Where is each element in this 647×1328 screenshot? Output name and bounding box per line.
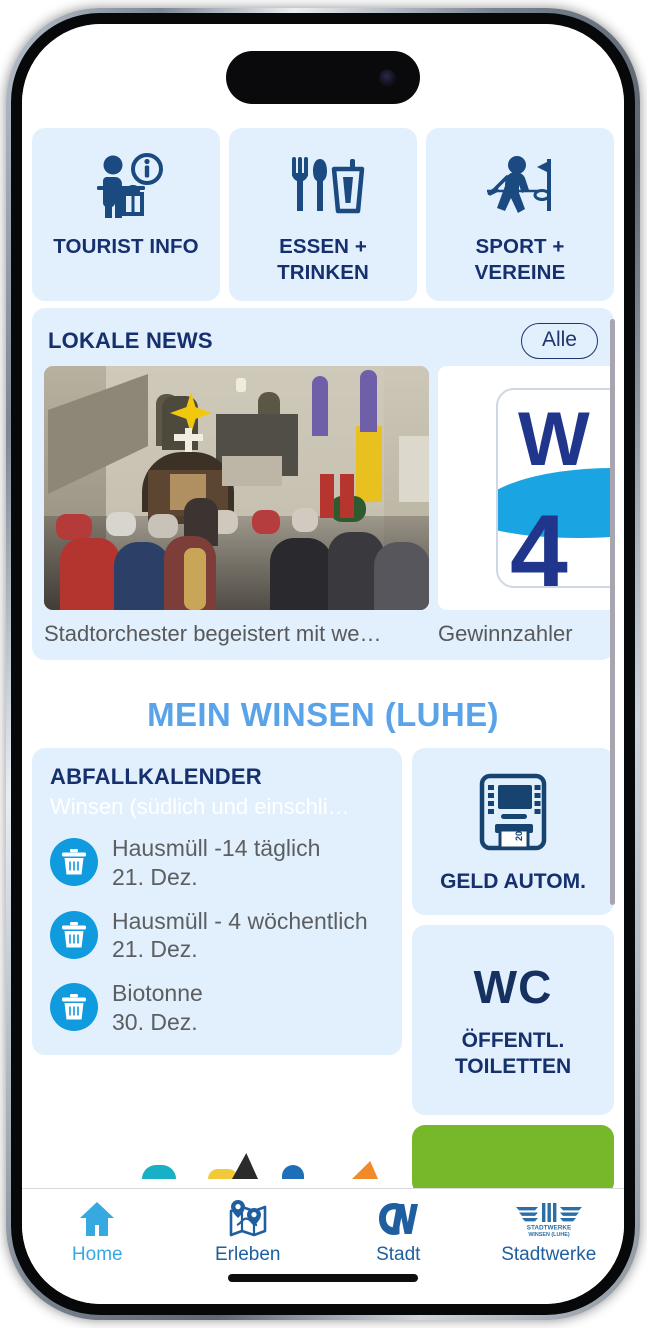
w4-logo-graphic: W 4 — [438, 366, 614, 610]
wc-card[interactable]: WC ÖFFENTL. TOILETTEN — [412, 925, 614, 1115]
nav-item-erleben[interactable]: Erleben — [173, 1198, 324, 1275]
geld-automat-card[interactable]: 20 GELD AUTOM. — [412, 748, 614, 915]
quick-tile-label-line1: ESSEN + — [279, 235, 367, 258]
app-root: TOURIST INFO ESSEN + TRINKEN SPORT + VER… — [22, 24, 624, 1304]
waste-list: Hausmüll -14 täglich 21. Dez. Hausmüll -… — [50, 834, 384, 1037]
news-all-button[interactable]: Alle — [520, 323, 598, 359]
quick-tile-label: TOURIST INFO — [53, 235, 199, 258]
list-item-text: Hausmüll -14 täglich 21. Dez. — [112, 834, 320, 892]
quick-tiles-row: TOURIST INFO ESSEN + TRINKEN SPORT + VER… — [22, 128, 624, 301]
church-concert-photo — [44, 366, 429, 610]
veranstaltungen-teaser[interactable] — [32, 1125, 402, 1195]
stadtwerke-logo-icon: STADTWERKE WINSEN (LUHE) — [512, 1198, 586, 1240]
local-news-header: LOKALE NEWS Alle — [32, 320, 614, 362]
list-item-text: Biotonne 30. Dez. — [112, 979, 203, 1037]
news-card-caption: Gewinnzahler — [438, 621, 573, 646]
nav-item-stadtwerke[interactable]: STADTWERKE WINSEN (LUHE) Stadtwerke — [474, 1198, 625, 1275]
home-indicator[interactable] — [228, 1274, 418, 1282]
vertical-scrollbar[interactable] — [610, 319, 615, 905]
wc-label-line2: TOILETTEN — [454, 1055, 572, 1078]
cw-logo-icon — [375, 1198, 421, 1240]
list-item[interactable]: Hausmüll - 4 wöchentlich 21. Dez. — [50, 907, 384, 965]
mein-winsen-grid: ABFALLKALENDER Winsen (südlich und einsc… — [22, 748, 624, 1115]
trash-icon — [50, 838, 98, 886]
nav-item-label: Home — [71, 1244, 123, 1265]
section-title-mein-winsen: MEIN WINSEN (LUHE) — [147, 696, 499, 733]
phone-bezel: TOURIST INFO ESSEN + TRINKEN SPORT + VER… — [11, 13, 635, 1315]
news-card-caption: Stadtorchester begeistert mit we… — [44, 621, 382, 646]
news-card[interactable]: W 4 Gewinnzahler — [438, 366, 614, 647]
waste-type: Hausmüll - 4 wöchentlich — [112, 907, 368, 934]
quick-tile-label: ESSEN + TRINKEN — [277, 234, 369, 286]
waste-date: 30. Dez. — [112, 1008, 198, 1035]
quick-tile-label: SPORT + VEREINE — [475, 234, 566, 286]
quick-tile-sport-vereine[interactable]: SPORT + VEREINE — [426, 128, 614, 301]
map-pins-icon — [227, 1198, 269, 1240]
list-item[interactable]: Biotonne 30. Dez. — [50, 979, 384, 1037]
news-carousel[interactable]: Stadtorchester begeistert mit we… W 4 Ge — [32, 366, 614, 647]
front-camera-icon — [379, 69, 396, 86]
waste-date: 21. Dez. — [112, 863, 198, 890]
list-item-text: Hausmüll - 4 wöchentlich 21. Dez. — [112, 907, 368, 965]
green-card-teaser[interactable] — [412, 1125, 614, 1195]
waste-type: Hausmüll -14 täglich — [112, 835, 321, 861]
abfallkalender-title: ABFALLKALENDER — [50, 764, 262, 789]
local-news-title: LOKALE NEWS — [48, 328, 213, 353]
quick-tile-label-line2: TRINKEN — [277, 261, 369, 285]
mein-winsen-side-column: 20 GELD AUTOM. WC ÖFFENTL. TOILETTEN — [412, 748, 614, 1115]
stadtwerke-logo-line2: WINSEN (LUHE) — [528, 1232, 570, 1238]
atm-icon: 20 — [476, 772, 550, 857]
quick-tile-tourist-info[interactable]: TOURIST INFO — [32, 128, 220, 301]
local-news-panel: LOKALE NEWS Alle Stadtorchester begeiste… — [32, 308, 614, 660]
waste-date: 21. Dez. — [112, 936, 198, 963]
quick-tile-label-line1: SPORT + — [475, 235, 565, 258]
geld-automat-label: GELD AUTOM. — [440, 869, 586, 893]
trash-icon — [50, 910, 98, 959]
dynamic-island — [226, 51, 420, 104]
phone-device-frame: TOURIST INFO ESSEN + TRINKEN SPORT + VER… — [6, 8, 640, 1320]
wc-icon: WC — [473, 960, 553, 1013]
waste-type: Biotonne — [112, 980, 203, 1006]
nav-item-label: Stadtwerke — [501, 1244, 597, 1265]
golfer-icon — [477, 146, 563, 232]
abfallkalender-card[interactable]: ABFALLKALENDER Winsen (südlich und einsc… — [32, 748, 402, 1055]
phone-screen: TOURIST INFO ESSEN + TRINKEN SPORT + VER… — [22, 24, 624, 1304]
news-card[interactable]: Stadtorchester begeistert mit we… — [44, 366, 429, 647]
nav-item-stadt[interactable]: Stadt — [323, 1198, 474, 1275]
svg-text:20: 20 — [514, 831, 524, 841]
quick-tile-essen-trinken[interactable]: ESSEN + TRINKEN — [229, 128, 417, 301]
bottom-navigation-bar: Home Erleben Stadt STADTWERKE WINSEN (LU… — [22, 1188, 624, 1304]
home-icon — [77, 1198, 117, 1240]
partially-visible-row — [22, 1125, 624, 1195]
tourist-info-icon — [83, 146, 169, 232]
wc-label-line1: ÖFFENTL. — [461, 1028, 565, 1052]
quick-tile-label-line2: VEREINE — [474, 261, 566, 285]
trash-icon — [50, 983, 98, 1031]
scroll-container[interactable]: TOURIST INFO ESSEN + TRINKEN SPORT + VER… — [22, 24, 624, 1304]
stadtwerke-logo-line1: STADTWERKE — [526, 1225, 571, 1232]
cutlery-glass-icon — [280, 146, 366, 232]
nav-item-home[interactable]: Home — [22, 1198, 173, 1275]
nav-item-label: Erleben — [215, 1244, 281, 1265]
nav-item-label: Stadt — [376, 1244, 421, 1265]
wc-label: ÖFFENTL. TOILETTEN — [455, 1028, 571, 1081]
list-item[interactable]: Hausmüll -14 täglich 21. Dez. — [50, 834, 384, 892]
abfallkalender-subtitle: Winsen (südlich und einschli… — [50, 794, 350, 819]
